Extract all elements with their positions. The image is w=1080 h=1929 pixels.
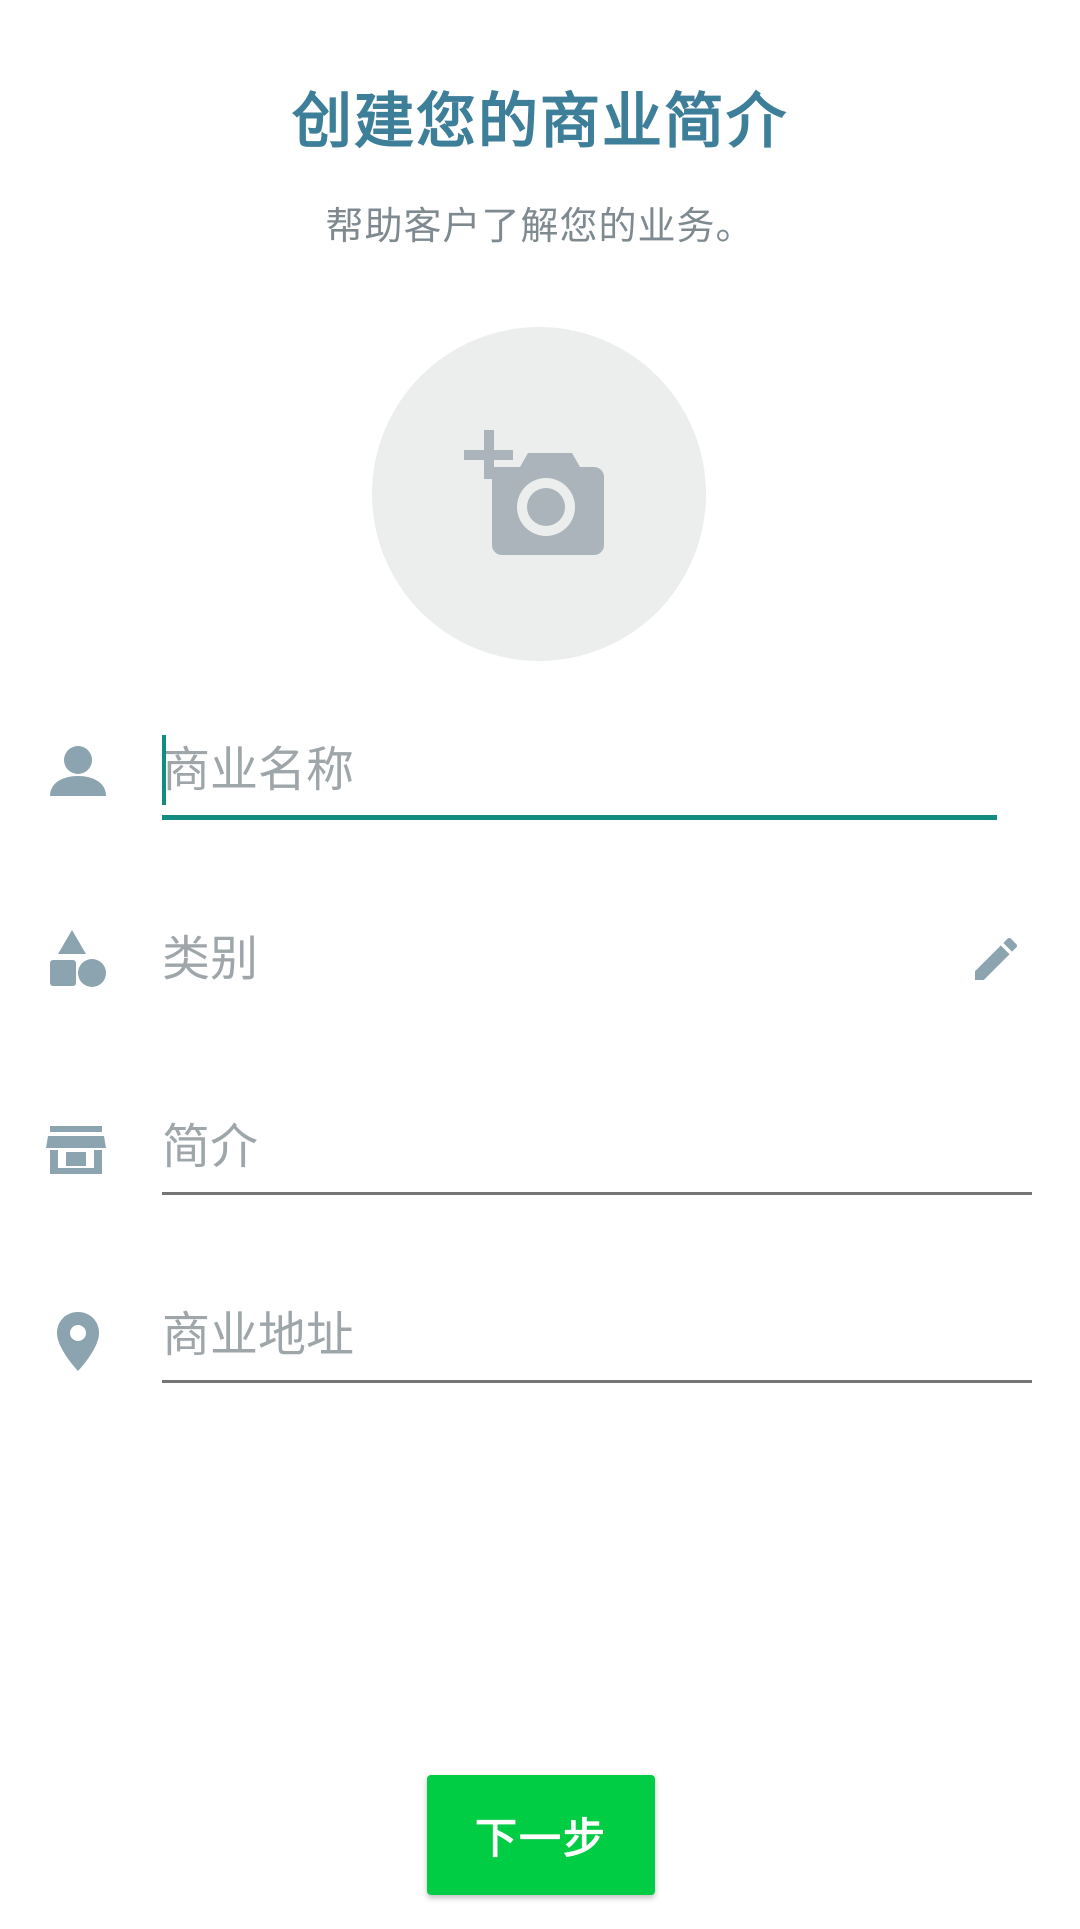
person-icon [50,746,106,796]
business-name-field[interactable] [162,735,997,820]
business-name-input[interactable] [162,735,997,805]
add-photo-camera-icon [464,430,604,555]
business-address-input[interactable] [162,1300,1032,1370]
text-caret [162,735,166,805]
business-address-field[interactable] [162,1300,1032,1383]
profile-photo-button[interactable] [372,327,706,661]
category-shapes-icon [50,930,106,987]
page-subtitle: 帮助客户了解您的业务。 [325,204,755,248]
page-title: 创建您的商业简介 [292,87,788,158]
location-pin-icon [57,1312,99,1371]
store-icon [46,1126,106,1174]
category-label: 类别 [162,931,259,987]
pencil-icon[interactable] [968,931,1024,987]
description-field[interactable] [162,1112,1032,1195]
category-selector[interactable]: 类别 [162,925,1032,995]
description-input[interactable] [162,1112,1032,1182]
next-button[interactable]: 下一步 [427,1775,655,1895]
